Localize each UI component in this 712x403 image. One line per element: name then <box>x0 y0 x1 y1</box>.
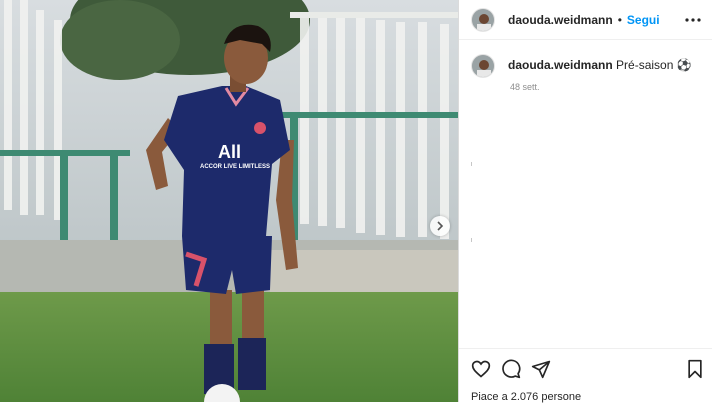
next-photo-button[interactable] <box>430 216 450 236</box>
post-caption: daouda.weidmann Pré-saison ⚽ 48 sett. <box>471 54 703 92</box>
more-options-button[interactable] <box>684 11 702 29</box>
caption-body: Pré-saison <box>616 58 674 72</box>
post-side-panel: daouda.weidmann • Segui daouda.weidmann … <box>458 0 712 403</box>
heart-icon <box>471 360 491 378</box>
save-button[interactable] <box>685 359 705 379</box>
author-username[interactable]: daouda.weidmann <box>508 13 613 27</box>
soccer-ball-emoji: ⚽ <box>676 58 692 72</box>
svg-text:ACCOR LIVE LIMITLESS: ACCOR LIVE LIMITLESS <box>200 164 270 170</box>
separator-dot: • <box>617 12 622 27</box>
like-button[interactable] <box>471 359 491 379</box>
more-options-icon <box>685 18 701 22</box>
scroll-marker <box>471 162 472 166</box>
caption-text-block: daouda.weidmann Pré-saison ⚽ <box>508 57 692 73</box>
avatar-image <box>472 8 494 31</box>
comment-icon <box>502 359 521 379</box>
scroll-marker <box>471 238 472 242</box>
action-bar: Piace a 2.076 persone <box>459 348 712 403</box>
likes-count[interactable]: Piace a 2.076 persone <box>471 391 581 403</box>
post-photo[interactable]: All ACCOR LIVE LIMITLESS <box>0 0 458 402</box>
chevron-right-icon <box>437 221 444 231</box>
author-avatar[interactable] <box>471 7 495 32</box>
comment-button[interactable] <box>501 359 521 379</box>
bookmark-icon <box>688 359 702 379</box>
share-button[interactable] <box>531 359 551 379</box>
follow-button[interactable]: Segui <box>627 13 660 27</box>
avatar-image <box>472 55 494 77</box>
caption-author-username[interactable]: daouda.weidmann <box>508 58 613 72</box>
post-timestamp: 48 sett. <box>510 82 540 92</box>
post-header: daouda.weidmann • Segui <box>459 0 712 40</box>
football-player-photo: All ACCOR LIVE LIMITLESS <box>0 0 458 402</box>
svg-text:All: All <box>218 142 241 162</box>
caption-author-avatar[interactable] <box>471 54 495 78</box>
send-icon <box>531 360 551 379</box>
